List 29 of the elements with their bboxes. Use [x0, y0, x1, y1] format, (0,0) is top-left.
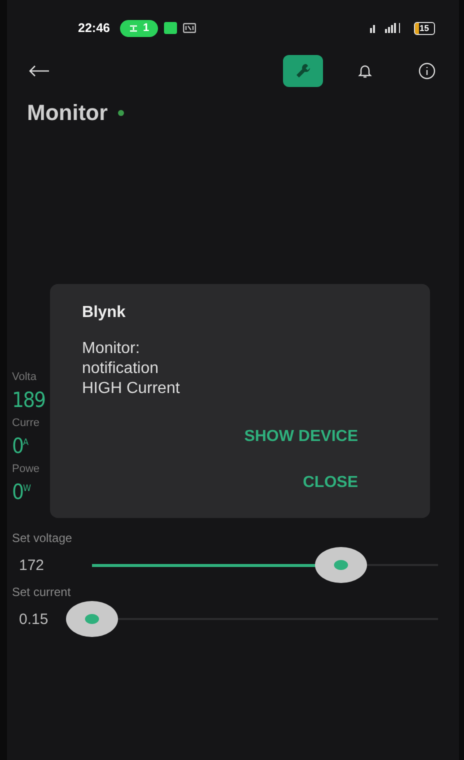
slider-value: 172 [18, 556, 46, 574]
reading-label: Curre [12, 417, 40, 431]
slider-label: Set current [12, 585, 72, 599]
info-icon [418, 62, 436, 80]
dialog-button[interactable]: CLOSE [302, 474, 358, 492]
bell-icon [357, 63, 373, 79]
battery-icon: 15 [414, 22, 435, 34]
dialog-title: Blynk [82, 304, 127, 322]
wrench-button[interactable] [283, 55, 323, 87]
slider-value: 0.15 [18, 610, 50, 628]
dialog-message: Monitor: [82, 339, 141, 359]
dialog-message: notification [82, 359, 160, 379]
slider-label: Set voltage [12, 531, 74, 545]
back-arrow-icon[interactable] [29, 65, 49, 77]
nfc-icon [183, 23, 196, 33]
call-badge: 1 [120, 20, 158, 36]
reading-value: 189 [12, 388, 46, 414]
slider-thumb[interactable] [315, 547, 368, 583]
reading-value: 0$^{A}$ [12, 434, 28, 460]
dialog-button[interactable]: SHOW DEVICE [244, 428, 358, 446]
dialog-message: HIGH Current [82, 379, 181, 399]
slider-thumb[interactable] [66, 601, 118, 637]
wrench-icon [295, 63, 311, 79]
reading-label: Powe [12, 463, 40, 477]
reading-label: Volta [12, 371, 36, 385]
reading-value: 0$^{W}$ [12, 480, 30, 506]
app-notification-icon [164, 22, 178, 34]
device-title: Monitor [27, 100, 108, 126]
status-time: 22:46 [78, 21, 110, 35]
